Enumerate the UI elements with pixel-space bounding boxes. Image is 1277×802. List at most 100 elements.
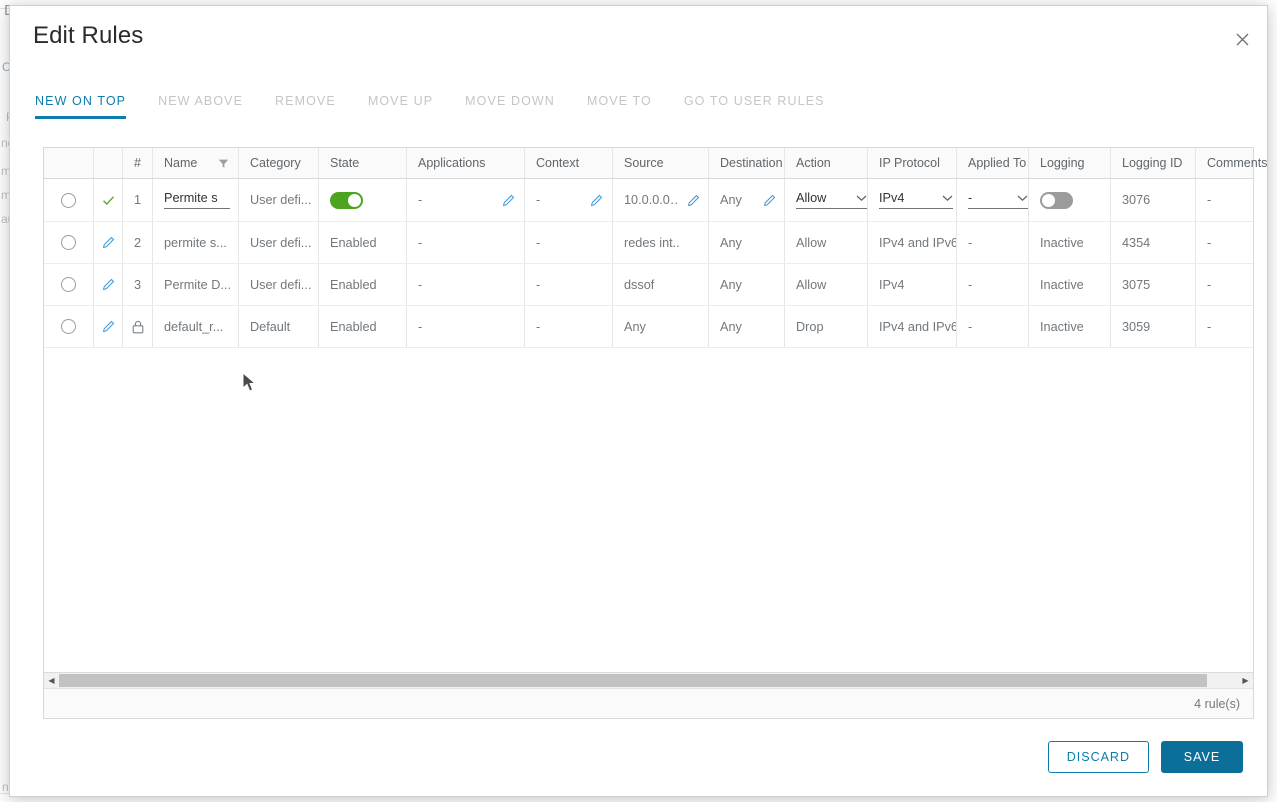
column-header-label: Applied To (968, 156, 1027, 170)
rule-context-cell: - (525, 222, 581, 263)
pencil-icon[interactable] (102, 278, 115, 291)
row-edit-icon-cell[interactable] (94, 222, 123, 263)
rule-destination: Any (720, 277, 742, 292)
rule-logging-cell[interactable] (1029, 179, 1111, 221)
row-edit-icon-cell[interactable] (94, 264, 123, 305)
rule-comments: - (1207, 193, 1212, 207)
filter-icon[interactable] (218, 158, 229, 169)
pencil-icon[interactable] (102, 236, 115, 249)
arrow-left-icon[interactable]: ◀ (44, 673, 59, 688)
discard-button[interactable]: DISCARD (1047, 741, 1149, 773)
scrollbar-thumb[interactable] (59, 674, 1207, 687)
pencil-icon[interactable] (102, 320, 115, 333)
rule-logging: Inactive (1040, 277, 1084, 292)
rule-action-cell[interactable]: Allow (785, 179, 868, 221)
row-select-radio[interactable] (44, 222, 94, 263)
row-select-radio[interactable] (44, 179, 94, 221)
table-footer: 4 rule(s) (44, 688, 1253, 718)
rule-logging-id: 3076 (1122, 193, 1151, 207)
action-move-up[interactable]: MOVE UP (368, 94, 433, 116)
rule-applied-to-cell[interactable]: - (957, 179, 1029, 221)
rule-state: Enabled (330, 319, 377, 334)
column-header-label: Context (536, 156, 580, 170)
column-header-context[interactable]: Context (525, 148, 581, 178)
column-header-destination[interactable]: Destination (709, 148, 783, 178)
rule-ip-protocol: IPv4 and IPv6 (879, 319, 957, 334)
close-icon[interactable] (1228, 25, 1256, 53)
rule-state-cell[interactable]: Enabled (319, 222, 407, 263)
rule-destination-cell: Any (709, 179, 755, 221)
applications-edit-cell (493, 264, 525, 305)
applied-to-select[interactable]: - (968, 191, 1028, 209)
ip-protocol-select[interactable]: IPv4 (879, 191, 953, 209)
chevron-down-icon (942, 194, 953, 202)
rule-context: - (536, 235, 541, 250)
rule-applied-to: - (968, 277, 973, 292)
rule-name-cell[interactable]: default_r... (153, 306, 239, 347)
scrollbar-track[interactable] (59, 673, 1238, 688)
column-header-logging[interactable]: Logging (1029, 148, 1111, 178)
rule-state-cell[interactable]: Enabled (319, 264, 407, 305)
save-button[interactable]: SAVE (1161, 741, 1243, 773)
row-number-cell (123, 306, 153, 347)
context-edit-cell[interactable] (581, 179, 613, 221)
row-select-radio[interactable] (44, 306, 94, 347)
arrow-right-icon[interactable]: ▶ (1238, 673, 1253, 688)
column-header-name[interactable]: Name (153, 148, 239, 178)
row-select-radio[interactable] (44, 264, 94, 305)
lock-icon (132, 320, 144, 334)
rule-name-input[interactable] (164, 191, 230, 209)
rule-name-cell[interactable]: permite s... (153, 222, 239, 263)
applications-edit-cell[interactable] (493, 179, 525, 221)
rule-name-cell[interactable] (153, 179, 239, 221)
action-go-to-user-rules[interactable]: GO TO USER RULES (684, 94, 825, 116)
action-remove[interactable]: REMOVE (275, 94, 336, 116)
column-header-comments[interactable]: Comments (1196, 148, 1268, 178)
rule-name: default_r... (164, 319, 224, 334)
column-header-applied_to[interactable]: Applied To (957, 148, 1029, 178)
table-row[interactable]: 3 Permite D... User defi... Enabled - - dssof A… (44, 264, 1253, 306)
source-edit-cell[interactable] (679, 179, 709, 221)
radio-button[interactable] (61, 192, 76, 208)
column-header-source[interactable]: Source (613, 148, 679, 178)
radio-button[interactable] (61, 319, 76, 334)
rule-applications: - (418, 319, 423, 334)
source-edit-cell (679, 306, 709, 347)
column-header-state[interactable]: State (319, 148, 407, 178)
rule-ip-protocol-cell[interactable]: IPv4 (868, 179, 957, 221)
state-toggle[interactable] (330, 191, 363, 209)
rule-comments: - (1207, 235, 1212, 250)
column-header-num[interactable]: # (123, 148, 153, 178)
rule-state-cell[interactable]: Enabled (319, 306, 407, 347)
action-select[interactable]: Allow (796, 191, 867, 209)
action-move-to[interactable]: MOVE TO (587, 94, 652, 116)
pencil-icon[interactable] (687, 194, 700, 207)
radio-button[interactable] (61, 277, 76, 292)
action-new-above[interactable]: NEW ABOVE (158, 94, 243, 116)
column-header-applications[interactable]: Applications (407, 148, 493, 178)
rule-action: Allow (796, 235, 827, 250)
rule-destination-cell: Any (709, 306, 755, 347)
action-new-on-top[interactable]: NEW ON TOP (35, 94, 127, 119)
column-header-action[interactable]: Action (785, 148, 868, 178)
column-header-logging_id[interactable]: Logging ID (1111, 148, 1196, 178)
rule-name-cell[interactable]: Permite D... (153, 264, 239, 305)
row-edit-icon-cell[interactable] (94, 306, 123, 347)
rule-state-cell[interactable] (319, 179, 407, 221)
table-row[interactable]: default_r... Default Enabled - - Any Any Drop IP… (44, 306, 1253, 348)
logging-toggle[interactable] (1040, 191, 1073, 209)
column-header-category[interactable]: Category (239, 148, 319, 178)
pencil-icon[interactable] (590, 194, 603, 207)
row-confirm-icon-cell[interactable] (94, 179, 123, 221)
rule-category: User defi... (250, 235, 312, 250)
table-row[interactable]: 1 User defi... - - 10.0.0.0… Any Allow IPv4 - 307… (44, 179, 1253, 222)
radio-button[interactable] (61, 235, 76, 250)
column-header-ip_protocol[interactable]: IP Protocol (868, 148, 957, 178)
horizontal-scrollbar[interactable]: ◀ ▶ (44, 672, 1253, 688)
table-row[interactable]: 2 permite s... User defi... Enabled - - redes … (44, 222, 1253, 264)
pencil-icon[interactable] (763, 194, 776, 207)
pencil-icon[interactable] (502, 194, 515, 207)
action-move-down[interactable]: MOVE DOWN (465, 94, 555, 116)
rule-applications-cell: - (407, 179, 493, 221)
destination-edit-cell[interactable] (755, 179, 785, 221)
